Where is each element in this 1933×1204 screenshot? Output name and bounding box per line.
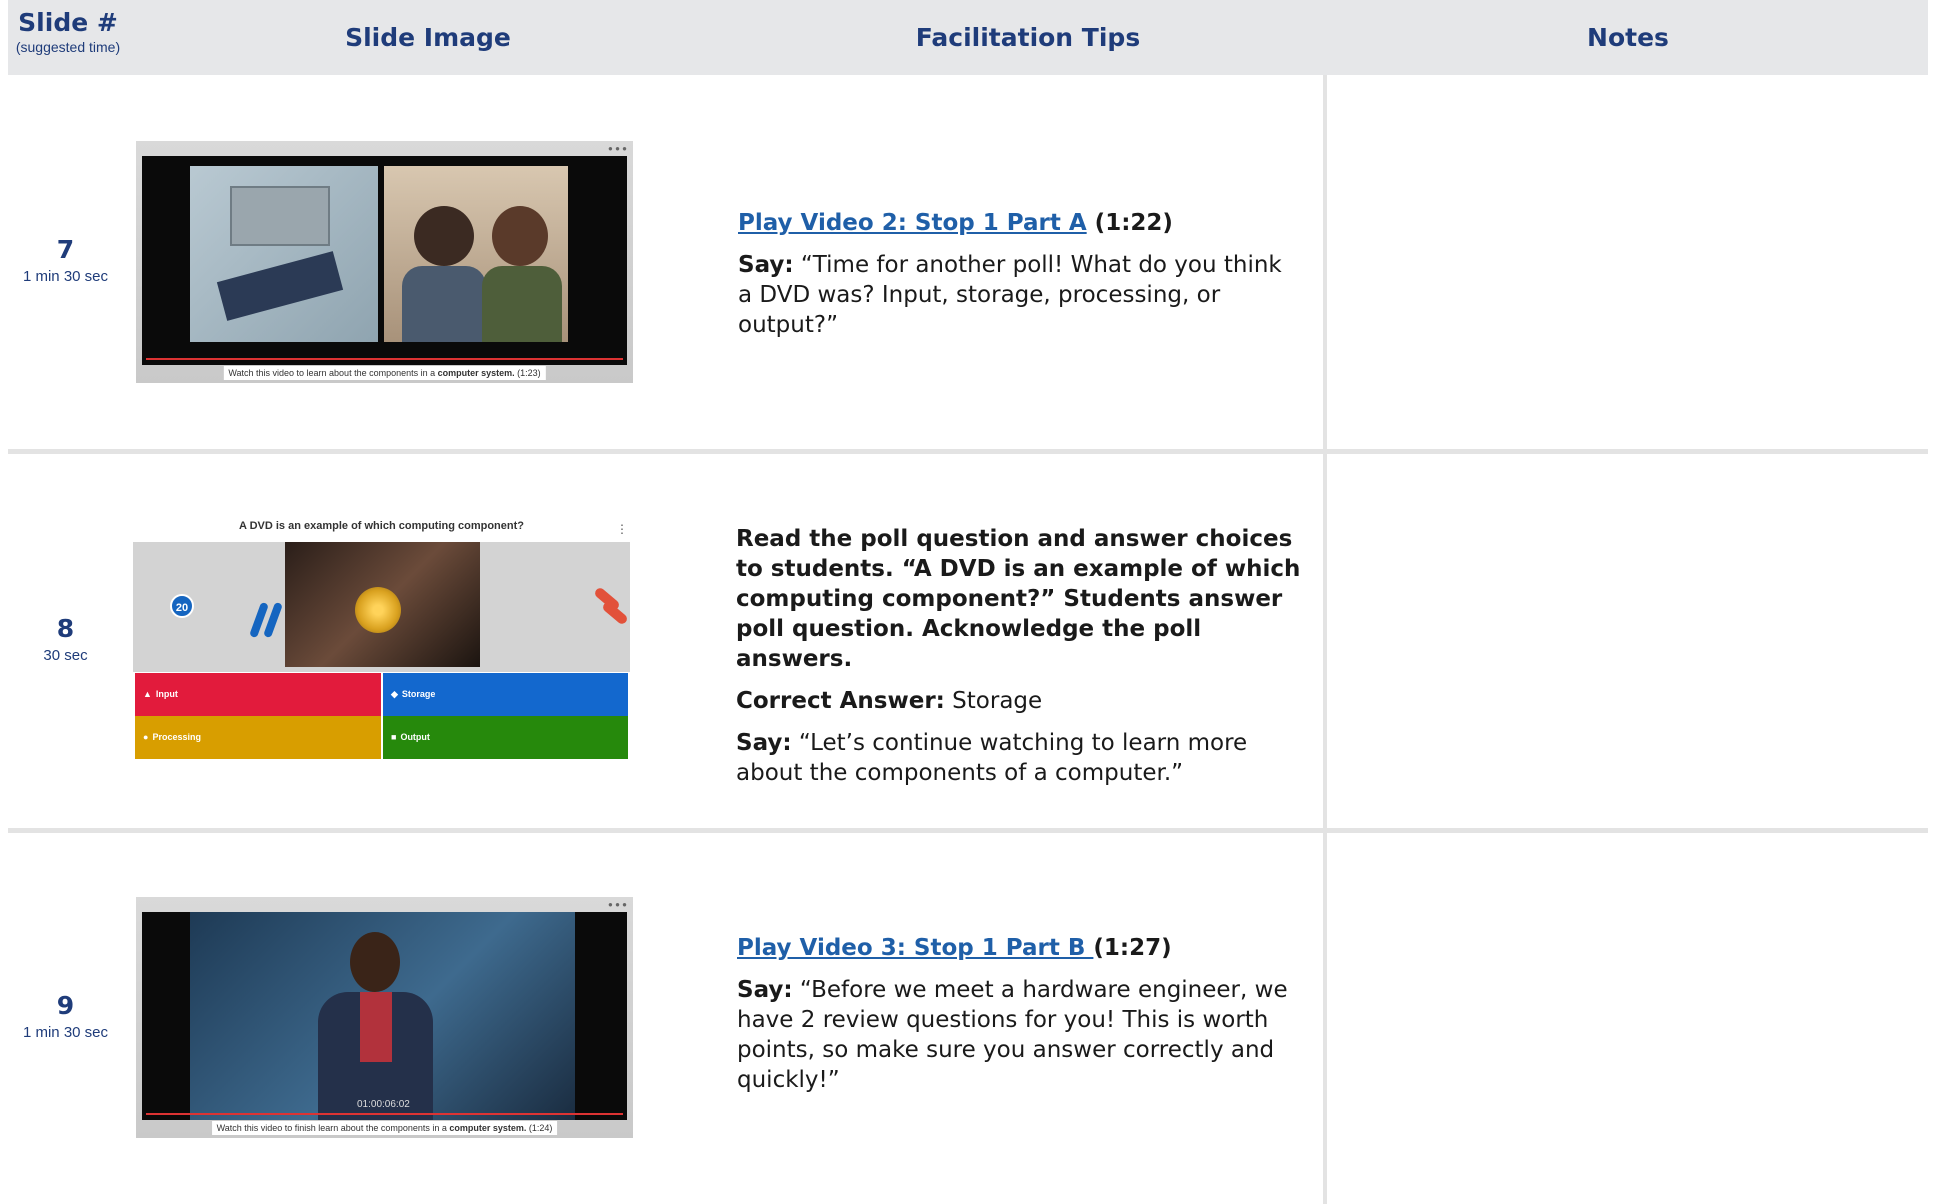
video-player: 01:00:06:02 [142, 912, 627, 1120]
correct-answer-paragraph: Correct Answer: Storage [736, 686, 1306, 716]
video-duration: (1:27) [1093, 935, 1172, 961]
header-notes: Notes [1587, 23, 1669, 52]
slide-number: 9 [56, 991, 75, 1020]
poll-option-storage[interactable]: ◆ Storage [383, 673, 628, 716]
video-caption: Watch this video to learn about the comp… [223, 366, 546, 380]
poll-option-processing[interactable]: ● Processing [135, 716, 381, 759]
circle-icon: ● [143, 732, 149, 742]
instruction-paragraph: Read the poll question and answer choice… [736, 524, 1306, 674]
video-progress-bar[interactable] [142, 357, 627, 365]
slide-number-cell: 8 30 sec [8, 614, 123, 664]
keyboard-shape [216, 251, 344, 321]
table-row: 8 30 sec A DVD is an example of which co… [8, 454, 1323, 828]
play-video-2-link[interactable]: Play Video 2: Stop 1 Part A [738, 210, 1087, 236]
poll-option-output[interactable]: ■ Output [383, 716, 628, 759]
header-facilitation-tips: Facilitation Tips [915, 23, 1141, 52]
header-slide-image: Slide Image [345, 23, 511, 52]
video-timecode: 01:00:06:02 [357, 1099, 410, 1110]
dvd-image [285, 542, 480, 667]
video-controls-icon[interactable]: ● ● ● [608, 144, 627, 153]
engineer-shirt [360, 992, 392, 1062]
header-slide-label: Slide # [18, 8, 118, 37]
triangle-icon: ▲ [143, 689, 152, 699]
presenter-body [402, 266, 486, 342]
facilitation-tips-cell: Read the poll question and answer choice… [736, 524, 1306, 800]
slide-thumbnail-poll[interactable]: A DVD is an example of which computing c… [133, 520, 630, 760]
video-progress-bar[interactable] [142, 1112, 627, 1120]
presenter-body [482, 266, 562, 342]
say-label: Say: [738, 252, 794, 278]
say-paragraph: Say: “Before we meet a hardware engineer… [737, 975, 1317, 1095]
laptop-parts-image [190, 166, 378, 342]
slide-number: 8 [56, 614, 75, 643]
slide-thumbnail-video-3[interactable]: 01:00:06:02 ● ● ● Watch this video to fi… [136, 897, 633, 1138]
laptop-chassis-shape [230, 186, 330, 246]
suggested-time: 30 sec [43, 647, 88, 664]
facilitation-tips-cell: Play Video 3: Stop 1 Part B (1:27) Say: … [737, 933, 1317, 1107]
facilitation-tips-cell: Play Video 2: Stop 1 Part A (1:22) Say: … [738, 208, 1298, 352]
poll-image-area: 20 [133, 542, 630, 672]
table-header: Slide # (suggested time) Slide Image Fac… [8, 0, 1928, 75]
play-video-3-link[interactable]: Play Video 3: Stop 1 Part B [737, 935, 1093, 961]
slide-number-cell: 7 1 min 30 sec [8, 235, 123, 285]
poll-countdown: 20 [170, 594, 194, 618]
poll-option-input[interactable]: ▲ Input [135, 673, 381, 716]
suggested-time: 1 min 30 sec [22, 1024, 109, 1041]
slide-thumbnail-video-2[interactable]: ● ● ● Watch this video to learn about th… [136, 141, 633, 383]
say-label: Say: [737, 977, 793, 1003]
say-paragraph: Say: “Let’s continue watching to learn m… [736, 728, 1306, 788]
video-duration: (1:22) [1086, 210, 1173, 236]
poll-question: A DVD is an example of which computing c… [238, 520, 524, 532]
video-link-line: Play Video 3: Stop 1 Part B (1:27) [737, 933, 1317, 963]
slide-number-cell: 9 1 min 30 sec [8, 991, 123, 1041]
correct-answer-value: Storage [944, 688, 1043, 714]
header-slide-number: Slide # (suggested time) [8, 0, 128, 75]
presenters-image [384, 166, 568, 342]
correct-answer-label: Correct Answer: [736, 688, 945, 714]
presenter-head [414, 206, 474, 266]
square-icon: ■ [391, 732, 397, 742]
say-label: Say: [736, 730, 792, 756]
say-text: “Let’s continue watching to learn more a… [736, 730, 1248, 786]
header-slide-sublabel: (suggested time) [15, 39, 121, 55]
more-options-icon[interactable]: ⋮ [616, 522, 628, 536]
presenter-head [492, 206, 548, 266]
slide-number: 7 [56, 235, 75, 264]
say-text: “Time for another poll! What do you thin… [738, 252, 1282, 338]
table-row: 7 1 min 30 sec ● ● ● Watch this video to… [8, 75, 1323, 449]
dvd-disc-shape [355, 587, 401, 633]
say-text: “Before we meet a hardware engineer, we … [737, 977, 1288, 1093]
video-player [142, 156, 627, 365]
say-paragraph: Say: “Time for another poll! What do you… [738, 250, 1298, 340]
suggested-time: 1 min 30 sec [22, 268, 109, 285]
video-controls-icon[interactable]: ● ● ● [608, 900, 627, 909]
engineer-head [350, 932, 400, 992]
poll-instruction: Read the poll question and answer choice… [736, 526, 1301, 672]
column-divider [1323, 75, 1327, 1204]
table-row: 9 1 min 30 sec 01:00:06:02 ● ● ● Watch t… [8, 833, 1323, 1204]
video-link-line: Play Video 2: Stop 1 Part A (1:22) [738, 208, 1298, 238]
diamond-icon: ◆ [391, 689, 398, 699]
engineer-video-image [190, 912, 575, 1120]
video-caption: Watch this video to finish learn about t… [211, 1121, 558, 1135]
